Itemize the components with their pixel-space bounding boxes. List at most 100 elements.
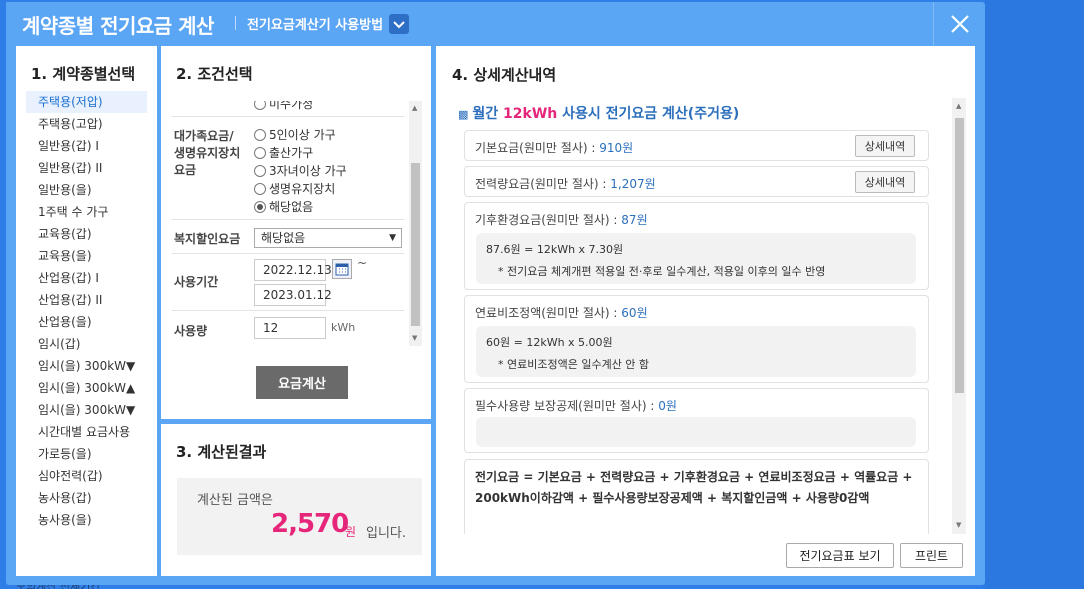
energy-fee-detail-button[interactable]: 상세내역: [855, 171, 915, 193]
scroll-down-icon[interactable]: ▼: [956, 521, 961, 529]
result-panel-title: 3. 계산된결과: [176, 443, 267, 461]
print-button[interactable]: 프린트: [900, 543, 963, 568]
base-fee-label: 기본요금(원미만 절사) : 910원: [475, 139, 633, 156]
contract-type-item[interactable]: 임시(을) 300kW▼: [26, 399, 147, 421]
contract-type-item[interactable]: 일반용(을): [26, 179, 147, 201]
contract-type-item[interactable]: 가로등(을): [26, 443, 147, 465]
contract-type-item[interactable]: 심야전력(갑): [26, 465, 147, 487]
climate-fee-note: * 전기요금 체계개편 적용일 전·후로 일수계산, 적용일 이후의 일수 반영: [498, 265, 826, 278]
climate-fee-calc: 87.6원 = 12kWh x 7.30원 * 전기요금 체계개편 적용일 전·…: [476, 233, 916, 284]
contract-type-item[interactable]: 주택용(저압): [26, 91, 147, 113]
title-divider: [235, 16, 236, 30]
fuel-fee-value: 60원: [621, 306, 648, 320]
radio-selected-icon: [254, 201, 266, 213]
scrollbar-thumb[interactable]: [955, 118, 964, 393]
contract-type-item[interactable]: 산업용(갑) II: [26, 289, 147, 311]
climate-fee-formula: 87.6원 = 12kWh x 7.30원: [486, 243, 624, 256]
chevron-down-icon: ▼: [389, 233, 396, 243]
contract-type-item[interactable]: 임시(갑): [26, 333, 147, 355]
contract-type-item[interactable]: 교육용(을): [26, 245, 147, 267]
fuel-fee-formula: 60원 = 12kWh x 5.00원: [486, 336, 613, 349]
heading-usage: 12kWh: [503, 106, 558, 122]
radio-label: 해당없음: [269, 200, 314, 214]
modal-title: 계약종별 전기요금 계산: [22, 14, 214, 38]
contract-type-panel: 1. 계약종별선택 주택용(저압) 주택용(고압) 일반용(갑) I 일반용(갑) I…: [16, 46, 157, 576]
energy-fee-text: 전력량요금(원미만 절사) :: [475, 177, 611, 191]
base-fee-detail-button[interactable]: 상세내역: [855, 135, 915, 157]
period-label: 사용기간: [174, 275, 219, 289]
essential-deduction-box: 필수사용량 보장공제(원미만 절사) : 0원: [464, 388, 929, 453]
radio-label: 미수가정: [269, 101, 314, 111]
climate-fee-box: 기후환경요금(원미만 절사) : 87원 87.6원 = 12kWh x 7.3…: [464, 202, 929, 290]
divider: [172, 310, 404, 311]
radio-none[interactable]: 해당없음: [254, 198, 313, 215]
chevron-down-icon[interactable]: [389, 14, 409, 34]
radio-icon: [254, 147, 266, 159]
contract-type-item[interactable]: 산업용(을): [26, 311, 147, 333]
radio-cut-option[interactable]: 미수가정: [254, 101, 313, 112]
heading-suffix: 사용시 전기요금 계산(주거용): [557, 106, 740, 122]
scrollbar-thumb[interactable]: [411, 163, 420, 326]
radio-label: 출산가구: [269, 146, 314, 160]
detail-scrollbar[interactable]: ▲ ▼: [952, 98, 966, 534]
usage-unit: kWh: [331, 321, 356, 334]
radio-3children-household[interactable]: 3자녀이상 가구: [254, 162, 347, 179]
scroll-up-icon[interactable]: ▲: [956, 102, 961, 110]
result-label: 계산된 금액은: [197, 493, 273, 508]
result-tail: 입니다.: [366, 526, 407, 541]
period-separator: ~: [357, 256, 368, 270]
contract-type-item[interactable]: 교육용(갑): [26, 223, 147, 245]
contract-type-item[interactable]: 주택용(고압): [26, 113, 147, 135]
radio-5plus-household[interactable]: 5인이상 가구: [254, 126, 336, 143]
detail-panel: 4. 상세계산내역 ▩ 월간 12kWh 사용시 전기요금 계산(주거용) 기본요…: [436, 46, 975, 576]
contract-type-item[interactable]: 일반용(갑) II: [26, 157, 147, 179]
welfare-label: 복지할인요금: [174, 232, 241, 246]
calendar-icon[interactable]: [332, 259, 352, 279]
contract-type-item[interactable]: 농사용(갑): [26, 487, 147, 509]
contract-type-item[interactable]: 일반용(갑) I: [26, 135, 147, 157]
radio-icon: [254, 183, 266, 195]
result-unit: 원: [345, 525, 357, 539]
contract-type-item[interactable]: 임시(을) 300kW▲: [26, 377, 147, 399]
contract-type-item[interactable]: 시간대별 요금사용: [26, 421, 147, 443]
contract-type-item[interactable]: 산업용(갑) I: [26, 267, 147, 289]
start-date-input[interactable]: 2022.12.13: [254, 259, 332, 281]
result-box: 계산된 금액은 2,570 원 입니다.: [177, 478, 422, 555]
welfare-select-value: 해당없음: [261, 231, 306, 245]
divider: [172, 219, 404, 220]
contract-type-item[interactable]: 농사용(을): [26, 509, 147, 531]
base-fee-box: 기본요금(원미만 절사) : 910원 상세내역: [464, 130, 929, 161]
detail-panel-title: 4. 상세계산내역: [452, 66, 557, 84]
contract-type-item[interactable]: 1주택 수 가구: [26, 201, 147, 223]
base-fee-value: 910원: [599, 141, 634, 155]
fee-formula: 전기요금 = 기본요금 + 전력량요금 + 기후환경요금 + 연료비조정요금 +…: [475, 470, 913, 505]
close-button[interactable]: [933, 2, 985, 46]
result-amount: 2,570: [271, 509, 349, 539]
end-date-input[interactable]: 2023.01.12: [254, 284, 332, 306]
scroll-up-icon[interactable]: ▲: [412, 104, 417, 112]
radio-icon: [254, 101, 266, 110]
energy-fee-box: 전력량요금(원미만 절사) : 1,207원 상세내역: [464, 166, 929, 197]
essential-deduction-label: 필수사용량 보장공제(원미만 절사) : 0원: [475, 397, 677, 414]
usage-guide-link[interactable]: 전기요금계산기 사용방법: [247, 14, 383, 33]
radio-icon: [254, 129, 266, 141]
radio-life-support[interactable]: 생명유지장치: [254, 180, 335, 197]
contract-panel-title: 1. 계약종별선택: [31, 65, 136, 83]
usage-label: 사용량: [174, 324, 208, 338]
energy-fee-label: 전력량요금(원미만 절사) : 1,207원: [475, 175, 656, 192]
calculate-button[interactable]: 요금계산: [256, 366, 348, 399]
radio-label: 3자녀이상 가구: [269, 164, 347, 178]
contract-type-item[interactable]: 임시(을) 300kW▼: [26, 355, 147, 377]
essential-deduction-value: 0원: [658, 399, 677, 413]
radio-birth-household[interactable]: 출산가구: [254, 144, 313, 161]
scroll-down-icon[interactable]: ▼: [412, 334, 417, 342]
divider: [172, 253, 404, 254]
condition-scroll-area: 미수가정 대가족요금/ 생명유지장치 요금 5인이상 가구 출산가구 3자녀이상…: [166, 101, 422, 346]
fuel-fee-box: 연료비조정액(원미만 절사) : 60원 60원 = 12kWh x 5.00원…: [464, 295, 929, 383]
base-fee-text: 기본요금(원미만 절사) :: [475, 141, 600, 155]
usage-input[interactable]: 12: [254, 317, 326, 339]
rate-table-button[interactable]: 전기요금표 보기: [786, 543, 894, 568]
welfare-select[interactable]: 해당없음 ▼: [254, 228, 402, 248]
condition-panel: 2. 조건선택 미수가정 대가족요금/ 생명유지장치 요금 5인이상 가구 출산…: [161, 46, 431, 419]
condition-scrollbar[interactable]: ▲ ▼: [409, 101, 422, 346]
